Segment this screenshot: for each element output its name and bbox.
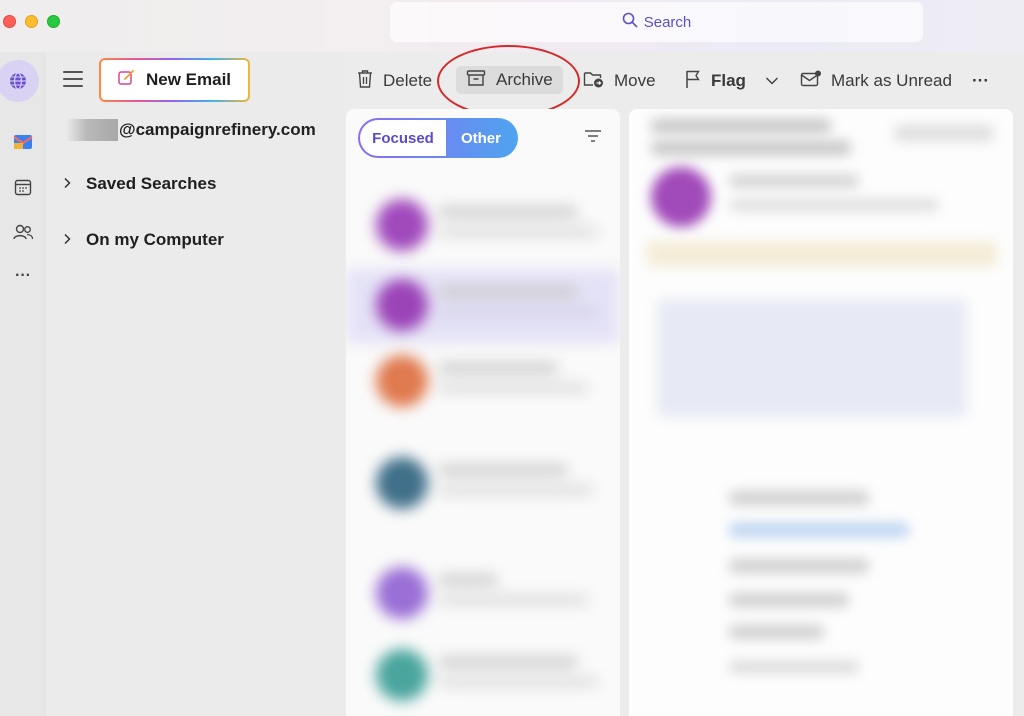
flag-label: Flag bbox=[711, 71, 746, 90]
mail-icon[interactable] bbox=[6, 125, 40, 159]
inbox-pivot: Focused Other bbox=[358, 118, 518, 158]
more-actions-button[interactable]: ··· bbox=[972, 66, 989, 96]
title-bar: Search bbox=[0, 0, 1024, 52]
flag-icon bbox=[684, 69, 702, 94]
blurred-sender bbox=[729, 199, 939, 211]
calendar-icon[interactable] bbox=[6, 170, 40, 204]
blurred-link bbox=[729, 523, 909, 537]
blurred-actions bbox=[894, 125, 994, 141]
list-item[interactable] bbox=[346, 557, 620, 631]
more-apps-icon[interactable]: ··· bbox=[6, 259, 40, 293]
archive-icon bbox=[466, 69, 486, 92]
mail-unread-icon bbox=[800, 70, 822, 93]
flag-button[interactable]: Flag bbox=[684, 66, 779, 96]
search-input[interactable]: Search bbox=[390, 2, 923, 42]
trash-icon bbox=[356, 69, 374, 94]
people-icon[interactable] bbox=[6, 215, 40, 249]
mark-as-unread-label: Mark as Unread bbox=[831, 71, 952, 90]
move-folder-icon bbox=[583, 69, 605, 94]
list-item[interactable] bbox=[346, 447, 620, 521]
new-email-button[interactable]: New Email bbox=[99, 58, 250, 102]
tab-other[interactable]: Other bbox=[446, 120, 516, 156]
folder-on-my-computer[interactable]: On my Computer bbox=[62, 227, 224, 253]
blurred-text bbox=[729, 491, 869, 505]
globe-icon[interactable] bbox=[0, 60, 39, 102]
list-item[interactable] bbox=[346, 189, 620, 263]
close-window-button[interactable] bbox=[3, 15, 16, 28]
app-rail: ··· bbox=[0, 52, 46, 716]
compose-icon bbox=[118, 69, 135, 91]
tab-other-label: Other bbox=[460, 129, 501, 147]
delete-label: Delete bbox=[383, 71, 433, 90]
menu-icon[interactable] bbox=[63, 71, 83, 87]
search-placeholder: Search bbox=[643, 13, 692, 31]
folder-label: On my Computer bbox=[86, 230, 224, 249]
blurred-banner bbox=[647, 241, 997, 267]
folder-pane: New Email @campaignrefinery.com Saved Se… bbox=[46, 52, 344, 716]
more-apps-label: ··· bbox=[15, 267, 31, 284]
blurred-subject bbox=[651, 119, 831, 133]
folder-label: Saved Searches bbox=[86, 174, 217, 193]
more-actions-icon: ··· bbox=[972, 71, 989, 90]
sender-avatar bbox=[651, 167, 711, 227]
blurred-text bbox=[729, 593, 849, 607]
move-label: Move bbox=[614, 71, 656, 90]
account-header[interactable]: @campaignrefinery.com bbox=[66, 118, 316, 142]
archive-label: Archive bbox=[496, 70, 553, 89]
blurred-sender bbox=[729, 175, 859, 187]
reading-pane bbox=[629, 109, 1013, 716]
account-email: @campaignrefinery.com bbox=[119, 120, 316, 139]
chevron-right-icon bbox=[62, 230, 72, 250]
list-item[interactable] bbox=[346, 639, 620, 713]
archive-button[interactable]: Archive bbox=[456, 66, 563, 94]
move-button[interactable]: Move bbox=[583, 66, 656, 96]
blurred-text bbox=[729, 559, 869, 573]
new-email-label: New Email bbox=[146, 70, 232, 89]
tab-focused[interactable]: Focused bbox=[360, 120, 446, 156]
chevron-right-icon bbox=[62, 174, 72, 194]
list-item[interactable] bbox=[346, 345, 620, 419]
redacted-username bbox=[66, 119, 118, 141]
folder-saved-searches[interactable]: Saved Searches bbox=[62, 171, 216, 197]
blurred-image bbox=[657, 299, 967, 417]
chevron-down-icon[interactable] bbox=[765, 71, 779, 91]
minimize-window-button[interactable] bbox=[25, 15, 38, 28]
blurred-text bbox=[729, 661, 859, 673]
tab-focused-label: Focused bbox=[372, 129, 434, 147]
blurred-text bbox=[729, 625, 824, 639]
search-icon bbox=[622, 12, 638, 32]
blurred-subject bbox=[651, 141, 851, 155]
message-list: Focused Other bbox=[346, 109, 620, 716]
delete-button[interactable]: Delete bbox=[356, 66, 432, 96]
mark-as-unread-button[interactable]: Mark as Unread bbox=[800, 66, 952, 96]
filter-icon[interactable] bbox=[584, 129, 602, 148]
zoom-window-button[interactable] bbox=[47, 15, 60, 28]
list-item[interactable] bbox=[346, 269, 620, 343]
